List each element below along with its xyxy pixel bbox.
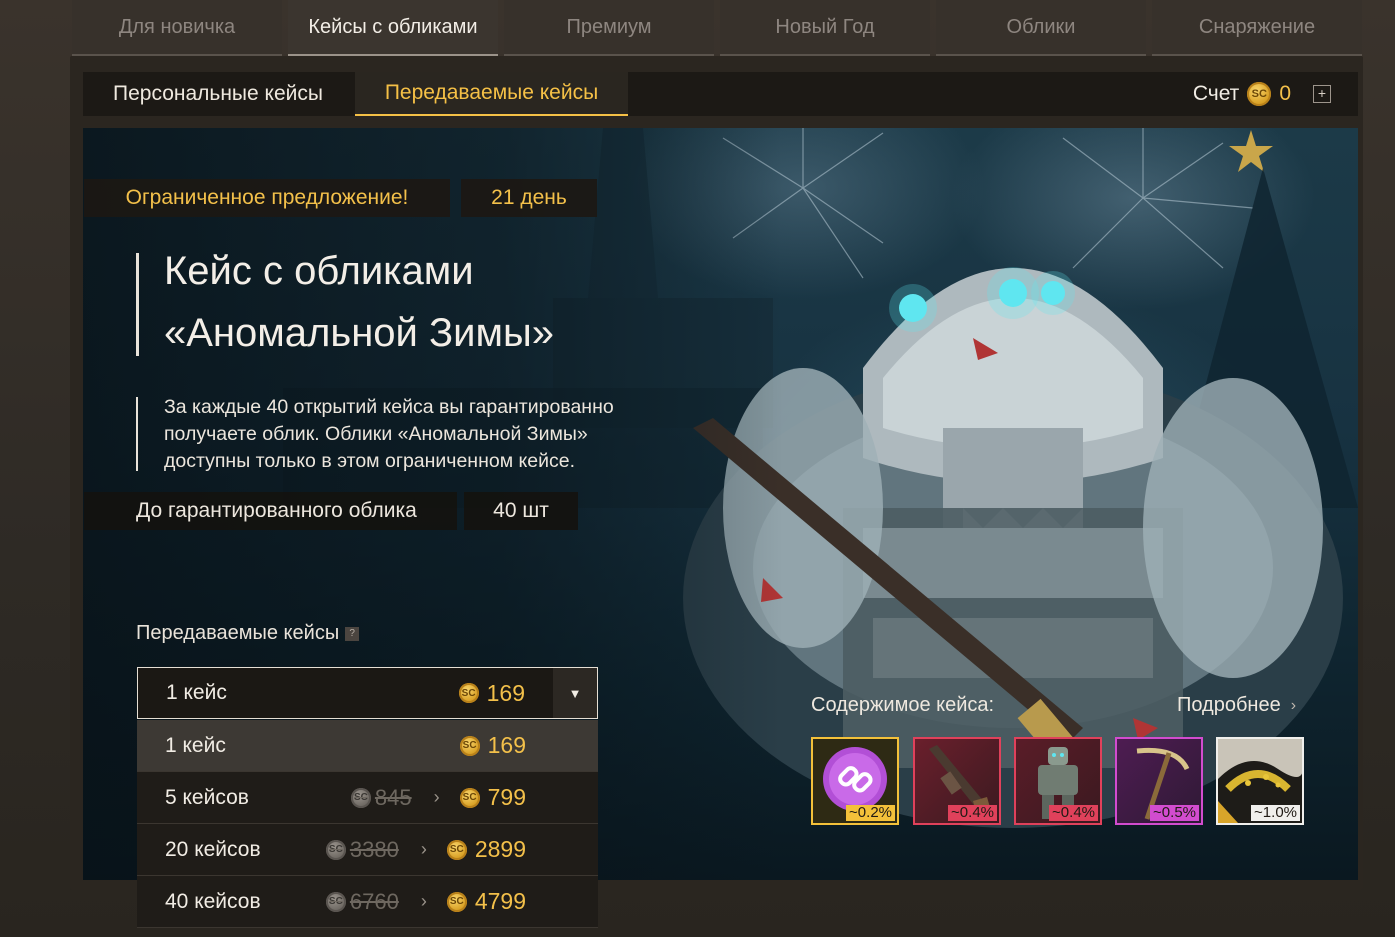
drop-chance: ~0.5% — [1150, 805, 1199, 821]
option-20-cases[interactable]: 20 кейсов SC 3380 › SC 2899 — [137, 824, 598, 876]
coin-icon: SC — [458, 683, 479, 703]
old-price-value: 3380 — [349, 836, 399, 862]
chevron-right-icon: › — [433, 787, 440, 807]
guarantee-value: 40 шт — [464, 492, 578, 530]
tab-new-year[interactable]: Новый Год — [720, 0, 930, 56]
option-price-value: 4799 — [474, 888, 526, 914]
add-funds-button[interactable]: + — [1313, 85, 1331, 103]
dropdown-arrow-icon[interactable]: ▼ — [553, 668, 597, 718]
account-balance-value: 0 — [1279, 82, 1291, 105]
option-price-value: 2899 — [474, 836, 526, 862]
option-label: 40 кейсов — [165, 889, 261, 913]
tab-premium[interactable]: Премиум — [504, 0, 714, 56]
old-price: SC 6760 — [325, 888, 399, 915]
old-price-value: 845 — [374, 784, 412, 810]
tab-skins[interactable]: Облики — [936, 0, 1146, 56]
coin-icon: SC — [325, 891, 346, 912]
drop-chance: ~0.4% — [1049, 805, 1098, 821]
desc-line: получаете облик. Облики «Аномальной Зимы… — [164, 423, 588, 445]
title-accent-bar — [136, 253, 139, 356]
tab-personal-cases[interactable]: Персональные кейсы — [83, 72, 353, 116]
coin-icon: SC — [325, 839, 346, 860]
content-item-rifle[interactable]: ~0.4% — [913, 737, 1001, 825]
selected-quantity: 1 кейс — [166, 681, 227, 704]
transferable-cases-label: Передаваемые кейсы ? — [136, 622, 360, 645]
option-label: 20 кейсов — [165, 837, 261, 861]
tab-equipment[interactable]: Снаряжение — [1152, 0, 1362, 56]
coin-icon: SC — [446, 891, 467, 912]
content-item-chain[interactable]: ~0.2% — [811, 737, 899, 825]
tab-skin-cases[interactable]: Кейсы с обликами — [288, 0, 498, 56]
coin-icon: SC — [459, 787, 480, 808]
option-label: 1 кейс — [165, 733, 226, 757]
content-item-scythe[interactable]: ~0.5% — [1115, 737, 1203, 825]
option-40-cases[interactable]: 40 кейсов SC 6760 › SC 4799 — [137, 876, 598, 928]
case-quantity-options: 1 кейс SC 169 5 кейсов SC 845 › SC 799 2… — [137, 720, 598, 928]
account-balance: Счет SC 0 + — [1193, 72, 1331, 116]
more-details-text: Подробнее — [1177, 694, 1281, 716]
old-price: SC 3380 — [325, 836, 399, 863]
desc-line: За каждые 40 открытий кейса вы гарантиро… — [164, 396, 614, 418]
coin-icon: SC — [1247, 82, 1272, 106]
content-item-armor[interactable]: ~0.4% — [1014, 737, 1102, 825]
option-price-value: 799 — [487, 784, 526, 810]
selected-price-value: 169 — [486, 679, 525, 706]
old-price: SC 845 — [350, 784, 412, 811]
option-price: SC 169 — [459, 732, 526, 759]
case-title-line2: «Аномальной Зимы» — [164, 311, 554, 355]
chevron-right-icon: › — [420, 839, 427, 859]
option-price-value: 169 — [487, 732, 526, 758]
old-price-value: 6760 — [349, 888, 399, 914]
option-price: SC 845 › SC 799 — [350, 784, 526, 811]
drop-chance: ~0.4% — [948, 805, 997, 821]
more-details-link[interactable]: Подробнее › — [1177, 694, 1296, 717]
drop-chance: ~1.0% — [1251, 805, 1300, 821]
option-price: SC 3380 › SC 2899 — [325, 836, 526, 863]
days-left-badge: 21 день — [461, 179, 597, 217]
selected-price: SC 169 — [458, 668, 525, 718]
desc-accent-bar — [136, 397, 138, 471]
account-label: Счет — [1192, 82, 1240, 105]
tab-transferable-cases[interactable]: Передаваемые кейсы — [355, 72, 628, 116]
chevron-right-icon: › — [1290, 696, 1297, 714]
option-1-case[interactable]: 1 кейс SC 169 — [137, 720, 598, 772]
chevron-right-icon: › — [420, 891, 427, 911]
case-title: Кейс с обликами «Аномальной Зимы» — [164, 240, 684, 364]
option-5-cases[interactable]: 5 кейсов SC 845 › SC 799 — [137, 772, 598, 824]
coin-icon: SC — [446, 839, 467, 860]
help-icon[interactable]: ? — [345, 626, 360, 641]
option-label: 5 кейсов — [165, 785, 249, 809]
top-tab-bar: Для новичка Кейсы с обликами Премиум Нов… — [72, 0, 1362, 56]
coin-icon: SC — [350, 787, 371, 808]
coin-icon: SC — [459, 735, 480, 756]
case-contents-label: Содержимое кейса: — [811, 694, 995, 716]
drop-chance: ~0.2% — [846, 805, 895, 821]
tab-newbie[interactable]: Для новичка — [72, 0, 282, 56]
case-title-line1: Кейс с обликами — [164, 249, 474, 293]
case-description: За каждые 40 открытий кейса вы гарантиро… — [164, 394, 704, 475]
limited-offer-badge: Ограниченное предложение! — [84, 179, 450, 217]
desc-line: доступны только в этом ограниченном кейс… — [164, 450, 576, 472]
guarantee-label: До гарантированного облика — [84, 492, 457, 530]
transferable-cases-text: Передаваемые кейсы — [136, 622, 340, 644]
option-price: SC 6760 › SC 4799 — [325, 888, 526, 915]
case-quantity-select[interactable]: 1 кейс SC 169 ▼ — [137, 667, 598, 719]
content-item-camo[interactable]: ~1.0% — [1216, 737, 1304, 825]
